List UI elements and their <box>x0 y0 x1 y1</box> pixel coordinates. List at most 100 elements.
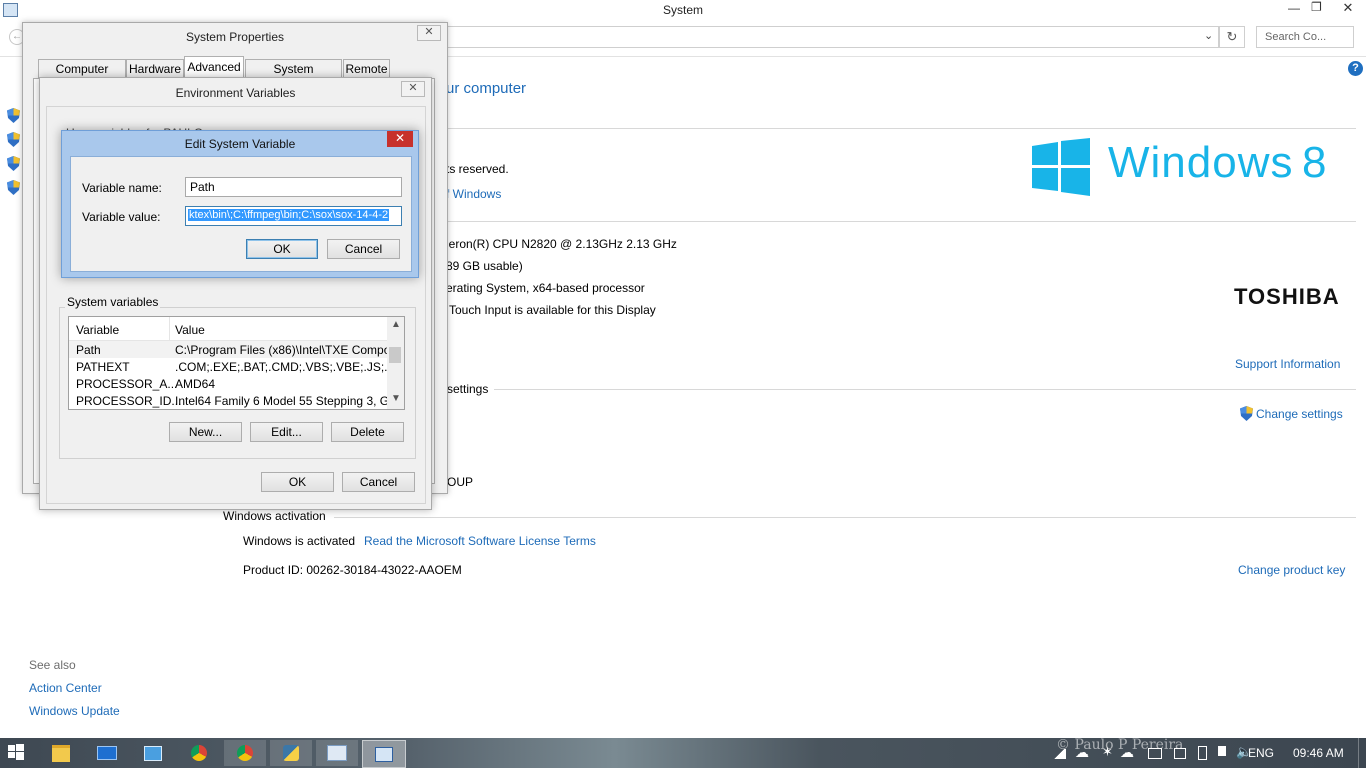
action-center-link[interactable]: Action Center <box>29 681 102 695</box>
license-terms-link[interactable]: Read the Microsoft Software License Term… <box>364 534 596 548</box>
scroll-up-icon[interactable]: ▲ <box>391 319 401 330</box>
chrome-icon[interactable] <box>178 740 220 766</box>
scrollbar[interactable]: ▲ ▼ <box>387 317 404 409</box>
table-row[interactable]: PROCESSOR_ID... Intel64 Family 6 Model 5… <box>69 392 399 409</box>
windows-logo-text: Windows <box>1108 138 1294 187</box>
keyboard-icon[interactable] <box>86 740 128 766</box>
ram-value: 89 GB usable) <box>446 259 523 273</box>
shield-icon <box>7 108 20 123</box>
network-icon[interactable] <box>1174 748 1186 759</box>
variable-name-field[interactable]: Path <box>185 177 402 197</box>
dialog-title: Edit System Variable <box>184 137 296 151</box>
maximize-icon[interactable]: ❐ <box>1311 0 1322 14</box>
oem-logo: TOSHIBA <box>1234 284 1340 309</box>
cancel-button[interactable]: Cancel <box>327 239 400 259</box>
refresh-button[interactable]: ↻ <box>1219 26 1245 48</box>
search-box[interactable]: Search Co... <box>1256 26 1354 48</box>
divider <box>446 221 1356 222</box>
dialog-title: Environment Variables <box>175 86 296 100</box>
activation-section-title: Windows activation <box>223 509 326 523</box>
divider <box>446 128 1356 129</box>
ok-button[interactable]: OK <box>246 239 318 259</box>
address-field[interactable] <box>446 26 1219 48</box>
shield-icon <box>7 156 20 171</box>
window-title: System <box>662 3 703 17</box>
change-product-key-link[interactable]: Change product key <box>1238 563 1345 577</box>
variable-name-label: Variable name: <box>82 181 162 195</box>
pen-touch-value: Touch Input is available for this Displa… <box>449 303 656 317</box>
table-row[interactable]: PATHEXT .COM;.EXE;.BAT;.CMD;.VBS;.VBE;.J… <box>69 358 398 375</box>
cancel-button[interactable]: Cancel <box>342 472 415 492</box>
system-tray: ☁ ✶ ☁ 🔈 ENG 09:46 AM <box>1050 738 1366 768</box>
shield-icon <box>7 132 20 147</box>
variable-value-field[interactable]: ktex\bin\;C:\ffmpeg\bin;C:\sox\sox-14-4-… <box>185 206 402 226</box>
close-icon: ✕ <box>408 82 418 94</box>
workgroup-value: OUP <box>447 475 474 489</box>
scroll-down-icon[interactable]: ▼ <box>391 393 401 404</box>
windows-start-icon <box>8 744 24 760</box>
page-heading: ur computer <box>446 80 527 97</box>
windows-edition-link[interactable]: f Windows <box>446 187 501 201</box>
dialog-title: System Properties <box>185 30 285 44</box>
close-button[interactable]: ✕ <box>387 131 413 147</box>
close-button[interactable]: ✕ <box>401 81 425 97</box>
dialog-body: Variable name: Path Variable value: ktex… <box>70 156 412 272</box>
monitor-icon[interactable] <box>1148 748 1162 759</box>
close-icon: ✕ <box>424 26 434 38</box>
system-variables-list[interactable]: Variable Value Path C:\Program Files (x8… <box>68 316 405 410</box>
table-row[interactable]: PROCESSOR_A... AMD64 <box>69 375 387 392</box>
refresh-icon: ↻ <box>1226 29 1238 44</box>
chrome-icon[interactable] <box>224 740 266 766</box>
column-header-variable[interactable]: Variable <box>76 323 119 337</box>
show-desktop-button[interactable] <box>1358 738 1366 768</box>
change-settings-label: Change settings <box>1256 407 1343 421</box>
python-icon[interactable] <box>270 740 312 766</box>
system-type-value: erating System, x64-based processor <box>446 281 645 295</box>
help-icon[interactable]: ? <box>1348 61 1363 76</box>
support-information-link[interactable]: Support Information <box>1235 357 1340 371</box>
chevron-down-icon[interactable]: ⌄ <box>1204 29 1213 42</box>
computer-name-section-title: settings <box>447 382 489 396</box>
activation-status: Windows is activated <box>243 534 356 548</box>
divider <box>334 517 1356 518</box>
onedrive-icon[interactable]: ☁ <box>1075 744 1089 761</box>
product-id: Product ID: 00262-30184-43022-AAOEM <box>243 563 462 577</box>
title-bar: System — ❐ ✕ <box>0 0 1366 20</box>
windows-update-link[interactable]: Windows Update <box>29 704 120 718</box>
tab-computer-name[interactable]: Computer Name <box>38 59 126 94</box>
signal-icon[interactable] <box>1052 749 1066 759</box>
system-properties-icon[interactable] <box>362 740 406 768</box>
bluetooth-icon[interactable]: ✶ <box>1102 744 1113 760</box>
column-header-value[interactable]: Value <box>175 323 205 337</box>
shield-icon <box>7 180 20 195</box>
flag-icon[interactable] <box>1218 746 1226 756</box>
close-button[interactable]: ✕ <box>417 25 441 41</box>
remote-desktop-icon[interactable] <box>132 740 174 766</box>
tab-remote[interactable]: Remote <box>343 59 390 78</box>
close-icon: ✕ <box>394 131 406 145</box>
minimize-icon[interactable]: — <box>1288 1 1300 15</box>
windows-flag-icon <box>1032 138 1090 196</box>
battery-icon[interactable] <box>1198 746 1207 760</box>
cloud-icon[interactable]: ☁ <box>1120 744 1134 761</box>
start-button[interactable] <box>8 744 28 764</box>
see-also-title: See also <box>29 658 76 672</box>
table-row[interactable]: Path C:\Program Files (x86)\Intel\TXE Co… <box>69 341 400 358</box>
language-indicator[interactable]: ENG <box>1248 746 1274 760</box>
edit-variable-button[interactable]: Edit... <box>250 422 323 442</box>
close-window-button[interactable]: ✕ <box>1330 0 1366 18</box>
search-placeholder: Search Co... <box>1265 31 1327 43</box>
file-explorer-icon[interactable] <box>40 740 82 766</box>
ok-button[interactable]: OK <box>261 472 334 492</box>
scrollbar-thumb[interactable] <box>389 347 401 363</box>
list-header: Variable Value <box>69 317 387 341</box>
tab-system-protection[interactable]: System Protection <box>245 59 342 94</box>
divider <box>494 389 1356 390</box>
control-panel-icon[interactable] <box>316 740 358 766</box>
new-variable-button[interactable]: New... <box>169 422 242 442</box>
tab-hardware[interactable]: Hardware <box>126 59 184 78</box>
clock[interactable]: 09:46 AM <box>1293 746 1344 760</box>
delete-variable-button[interactable]: Delete <box>331 422 404 442</box>
tab-advanced[interactable]: Advanced <box>184 56 244 79</box>
windows-logo-version: 8 <box>1302 138 1327 187</box>
